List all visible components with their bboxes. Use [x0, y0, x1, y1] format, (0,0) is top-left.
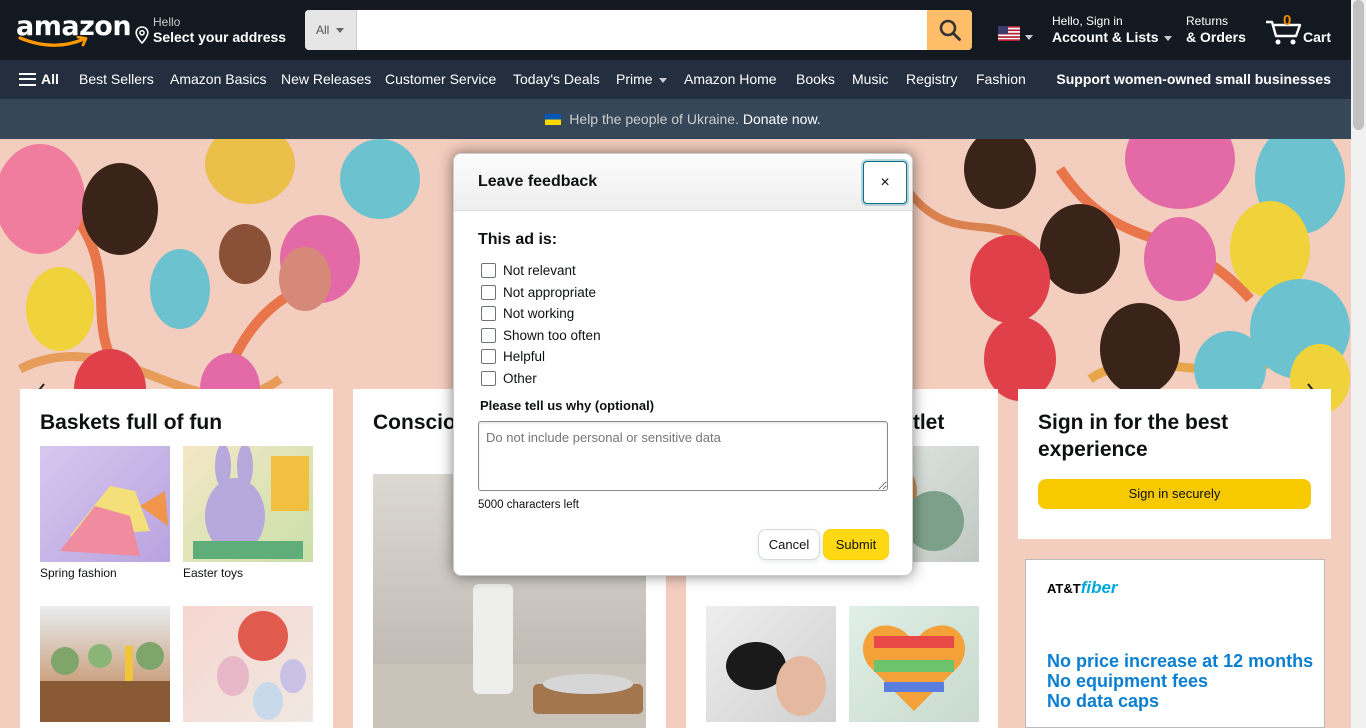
why-label: Please tell us why (optional)	[480, 398, 655, 413]
account-lists[interactable]: Hello, Sign in Account & Lists	[1052, 14, 1172, 45]
chevron-down-icon	[658, 77, 667, 83]
leave-feedback-dialog: Leave feedback × This ad is: Not relevan…	[453, 153, 913, 576]
earbuds-image	[726, 642, 826, 716]
delivery-address[interactable]: Hello Select your address	[133, 14, 293, 50]
location-pin-icon	[135, 26, 149, 44]
ukraine-banner: Help the people of Ukraine. Donate now.	[0, 99, 1366, 139]
top-navbar: amazon Hello Select your address All Hel…	[0, 0, 1366, 60]
checkbox[interactable]	[481, 349, 496, 365]
card-baskets: Baskets full of fun Spring fashion Easte…	[20, 389, 333, 728]
tile-image	[706, 606, 836, 722]
nav-link-amazon-basics[interactable]: Amazon Basics	[170, 71, 266, 87]
nav-link-new-releases[interactable]: New Releases	[281, 71, 371, 87]
option-not-relevant[interactable]: Not relevant	[481, 260, 601, 282]
nav-link-music[interactable]: Music	[852, 71, 889, 87]
option-helpful[interactable]: Helpful	[481, 346, 601, 368]
tile-pop-it[interactable]	[849, 606, 979, 722]
scrollbar-thumb[interactable]	[1353, 0, 1364, 130]
us-flag-icon[interactable]	[998, 26, 1020, 41]
nav-link-fashion[interactable]: Fashion	[976, 71, 1026, 87]
option-not-appropriate[interactable]: Not appropriate	[481, 282, 601, 304]
option-not-working[interactable]: Not working	[481, 303, 601, 325]
dialog-title: Leave feedback	[478, 173, 598, 190]
sneakers-image	[60, 486, 168, 556]
tile-easter-toys[interactable]: Easter toys	[183, 444, 313, 580]
tile-image	[40, 606, 170, 722]
chevron-down-icon	[1163, 35, 1172, 41]
amazon-logo[interactable]: amazon	[16, 12, 132, 50]
tile-image	[40, 446, 170, 562]
nav-link-amazon-home[interactable]: Amazon Home	[684, 71, 777, 87]
nav-promo-link[interactable]: Support women-owned small businesses	[1056, 71, 1331, 87]
cart-button[interactable]: 0 Cart	[1264, 12, 1344, 48]
card-title: Sign in for the best experience	[1038, 411, 1229, 461]
cancel-button[interactable]: Cancel	[758, 529, 820, 560]
chevron-down-icon	[336, 27, 345, 33]
nav-link-customer-service[interactable]: Customer Service	[385, 71, 496, 87]
option-other[interactable]: Other	[481, 368, 601, 390]
bunny-toy-image	[193, 444, 309, 559]
nav-link-todays-deals[interactable]: Today's Deals	[513, 71, 600, 87]
submit-button[interactable]: Submit	[823, 529, 889, 560]
tile-image	[849, 606, 979, 722]
donate-link[interactable]: Donate now.	[743, 111, 821, 127]
checkbox[interactable]	[481, 306, 496, 322]
chevron-down-icon[interactable]	[1025, 35, 1033, 40]
card-title: Baskets full of fun	[40, 411, 223, 434]
tile-image	[183, 606, 313, 722]
att-fiber-ad[interactable]: AT&Tfiber No price increase at 12 months…	[1025, 559, 1325, 728]
smile-arrow-icon	[18, 36, 88, 47]
sign-in-securely-button[interactable]: Sign in securely	[1038, 479, 1311, 509]
search-category-dropdown[interactable]: All	[305, 10, 357, 50]
checkbox[interactable]	[481, 327, 496, 343]
ukraine-flag-icon	[545, 114, 562, 125]
checkbox[interactable]	[481, 284, 496, 300]
returns-orders[interactable]: Returns & Orders	[1186, 14, 1246, 45]
cart-count: 0	[1283, 12, 1292, 29]
tile-earbuds[interactable]	[706, 606, 836, 722]
card-signin: Sign in for the best experience Sign in …	[1018, 389, 1331, 539]
nav-link-best-sellers[interactable]: Best Sellers	[79, 71, 154, 87]
tile-easter-eggs[interactable]	[183, 606, 313, 722]
characters-left: 5000 characters left	[478, 499, 580, 511]
nav-link-books[interactable]: Books	[796, 71, 835, 87]
hamburger-menu-icon	[19, 72, 36, 86]
search-button[interactable]	[927, 10, 972, 50]
close-icon: ×	[880, 173, 890, 191]
checkbox[interactable]	[481, 263, 496, 279]
close-button[interactable]: ×	[863, 161, 907, 204]
dialog-header: Leave feedback ×	[454, 154, 912, 211]
feedback-textarea[interactable]	[478, 421, 888, 491]
feedback-section-label: This ad is:	[478, 231, 558, 248]
eggs-image	[217, 611, 306, 720]
nav-link-registry[interactable]: Registry	[906, 71, 957, 87]
att-logo: AT&Tfiber	[1047, 578, 1118, 597]
tile-home-decor[interactable]	[40, 606, 170, 722]
tile-spring-fashion[interactable]: Spring fashion	[40, 446, 170, 580]
option-shown-too-often[interactable]: Shown too often	[481, 325, 601, 347]
feedback-options: Not relevant Not appropriate Not working…	[481, 260, 601, 389]
search-bar: All	[305, 10, 972, 50]
secondary-navbar: All Best Sellers Amazon Basics New Relea…	[0, 60, 1366, 99]
pop-it-toy-image	[862, 625, 966, 711]
all-menu-button[interactable]: All	[19, 71, 59, 87]
search-icon	[939, 19, 961, 41]
plants-image	[40, 642, 170, 722]
search-input[interactable]	[357, 10, 927, 50]
nav-link-prime[interactable]: Prime	[616, 71, 667, 87]
tile-image	[183, 444, 313, 562]
ad-text: No price increase at 12 months No equipm…	[1047, 651, 1314, 711]
checkbox[interactable]	[481, 370, 496, 386]
